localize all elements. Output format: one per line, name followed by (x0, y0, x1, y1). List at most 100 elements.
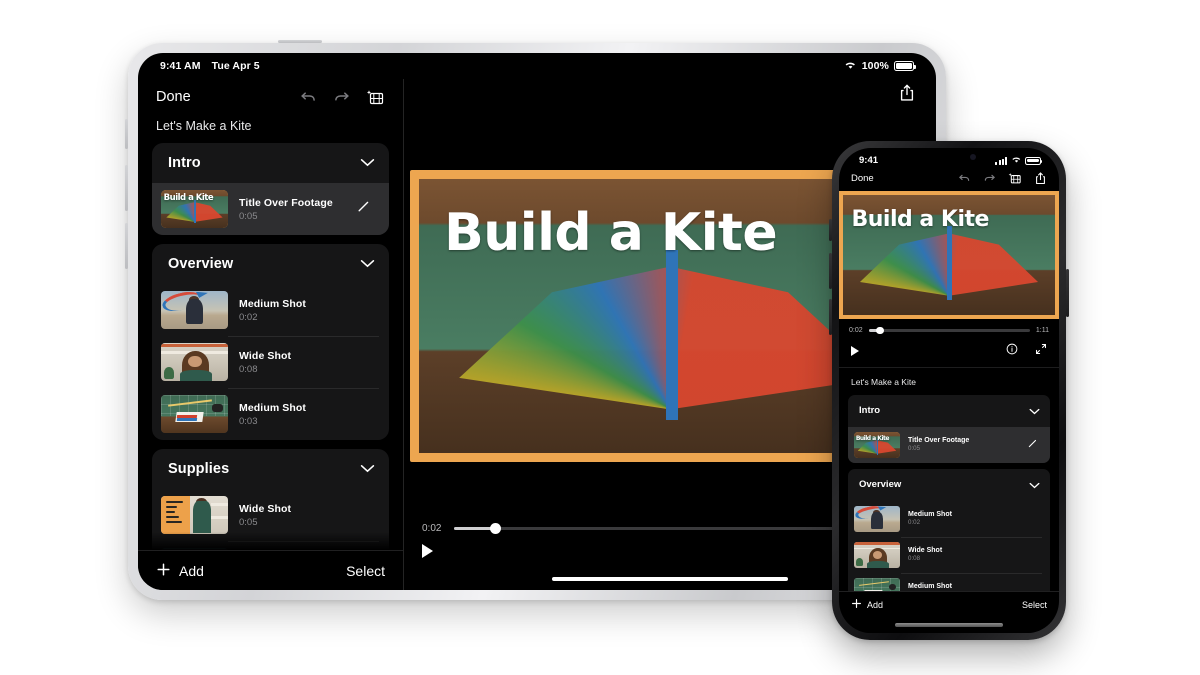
section-header[interactable]: Supplies (152, 449, 389, 489)
done-button[interactable]: Done (156, 89, 191, 105)
add-button[interactable]: Add (851, 598, 883, 611)
clip-thumbnail (161, 395, 228, 433)
iphone-status-time: 9:41 (859, 155, 878, 166)
video-title-text: Build a Kite (851, 207, 988, 232)
scrubber-handle[interactable] (876, 327, 884, 335)
wifi-icon (844, 60, 857, 73)
add-label: Add (179, 563, 204, 579)
section-header[interactable]: Intro (152, 143, 389, 183)
ipad-device: 9:41 AM Tue Apr 5 100% Done (128, 43, 946, 600)
list-item[interactable]: Wide Shot 0:08 (848, 537, 1050, 573)
section-overview: Overview Medium Shot (152, 244, 389, 440)
chevron-down-icon[interactable] (360, 460, 375, 478)
info-circle-icon[interactable] (1006, 342, 1018, 360)
clip-name: Wide Shot (239, 350, 377, 362)
chevron-down-icon[interactable] (1029, 476, 1040, 494)
select-button[interactable]: Select (1022, 600, 1047, 610)
iphone-video-frame[interactable]: Build a Kite (839, 191, 1059, 319)
chevron-down-icon[interactable] (360, 154, 375, 172)
list-item[interactable]: Build a Kite Title Over Footage 0:05 (848, 427, 1050, 463)
clip-name: Medium Shot (908, 583, 952, 590)
chevron-down-icon[interactable] (360, 255, 375, 273)
iphone-power-button[interactable] (1066, 269, 1069, 317)
section-intro: Intro Build a Kite Title Over Footage (848, 395, 1050, 463)
table-row[interactable]: Medium Shot 0:03 (152, 388, 389, 440)
ipad-volume-down-button[interactable] (125, 223, 128, 269)
done-button[interactable]: Done (851, 173, 874, 184)
iphone-volume-up-button[interactable] (829, 253, 832, 289)
battery-icon (1025, 157, 1041, 165)
section-supplies: Supplies (152, 449, 389, 550)
table-row[interactable]: Wide Shot 0:05 (152, 489, 389, 541)
table-row[interactable]: Build a Kite Title Over Footage 0:05 (152, 183, 389, 235)
ipad-status-time: 9:41 AM (160, 60, 201, 72)
plus-icon (156, 562, 171, 580)
iphone-mute-switch[interactable] (829, 219, 832, 241)
section-header[interactable]: Overview (152, 244, 389, 284)
thumbnail-title-text: Build a Kite (164, 193, 213, 203)
scrubber-track[interactable] (869, 329, 1030, 331)
ipad-bottom-bar: Add Select (138, 550, 403, 590)
share-icon[interactable] (1034, 171, 1047, 186)
iphone-bottom-bar: Add Select (839, 591, 1059, 617)
clip-thumbnail (854, 542, 900, 568)
iphone-device: 9:41 Done (832, 141, 1066, 640)
clip-name: Medium Shot (908, 511, 952, 518)
plus-icon (851, 598, 862, 611)
undo-icon[interactable] (958, 173, 971, 184)
play-icon[interactable] (851, 346, 859, 356)
section-overview: Overview Medium Shot 0:02 (848, 469, 1050, 591)
pencil-icon[interactable] (356, 199, 377, 219)
total-time: 1:11 (1036, 327, 1049, 334)
select-button[interactable]: Select (346, 563, 385, 579)
ipad-app-body: Done Let's M (138, 79, 936, 590)
table-row[interactable]: Close Up 0:04 (152, 541, 389, 550)
undo-icon[interactable] (300, 90, 317, 105)
share-icon[interactable] (898, 83, 916, 103)
battery-icon (894, 61, 914, 71)
ipad-status-date: Tue Apr 5 (212, 60, 260, 72)
ipad-battery-percent: 100% (862, 60, 889, 72)
clip-thumbnail (161, 343, 228, 381)
section-title: Intro (859, 405, 880, 416)
clip-duration: 0:02 (239, 312, 377, 323)
ipad-volume-up-button[interactable] (125, 165, 128, 211)
table-row[interactable]: Medium Shot 0:02 (152, 284, 389, 336)
section-header[interactable]: Overview (848, 469, 1050, 501)
ipad-sidebar: Done Let's M (138, 79, 404, 590)
scrubber-handle[interactable] (490, 523, 501, 534)
play-icon[interactable] (422, 544, 433, 558)
redo-icon[interactable] (983, 173, 996, 184)
list-item[interactable]: Medium Shot 0:03 (848, 573, 1050, 591)
section-title: Supplies (168, 461, 229, 477)
thumbnail-title-text: Build a Kite (856, 435, 889, 442)
clip-thumbnail: Build a Kite (854, 432, 900, 458)
wifi-icon (1011, 155, 1022, 167)
section-intro: Intro Build a Kite (152, 143, 389, 235)
list-item[interactable]: Medium Shot 0:02 (848, 501, 1050, 537)
iphone-volume-down-button[interactable] (829, 299, 832, 335)
project-title: Let's Make a Kite (138, 113, 403, 143)
ipad-clip-list[interactable]: Intro Build a Kite (138, 143, 403, 550)
clip-duration: 0:05 (239, 517, 377, 528)
iphone-clip-list[interactable]: Intro Build a Kite Title Over Footage (839, 395, 1059, 591)
add-button[interactable]: Add (156, 562, 204, 580)
clip-thumbnail (854, 506, 900, 532)
chevron-down-icon[interactable] (1029, 402, 1040, 420)
ipad-screen: 9:41 AM Tue Apr 5 100% Done (138, 53, 936, 590)
table-row[interactable]: Wide Shot 0:08 (152, 336, 389, 388)
clip-duration: 0:02 (908, 519, 952, 526)
cellular-bars-icon (995, 157, 1007, 165)
clip-duration: 0:08 (908, 555, 942, 562)
ipad-side-button-1[interactable] (125, 119, 128, 149)
fullscreen-icon[interactable] (1035, 342, 1047, 360)
ipad-power-button[interactable] (278, 40, 322, 43)
clip-thumbnail: Build a Kite (161, 190, 228, 228)
section-header[interactable]: Intro (848, 395, 1050, 427)
add-media-icon[interactable] (366, 89, 385, 106)
redo-icon[interactable] (333, 90, 350, 105)
add-media-icon[interactable] (1008, 172, 1022, 185)
project-title: Let's Make a Kite (839, 368, 1059, 395)
pencil-icon[interactable] (1027, 436, 1042, 454)
iphone-scrubber[interactable]: 0:02 1:11 (839, 319, 1059, 336)
